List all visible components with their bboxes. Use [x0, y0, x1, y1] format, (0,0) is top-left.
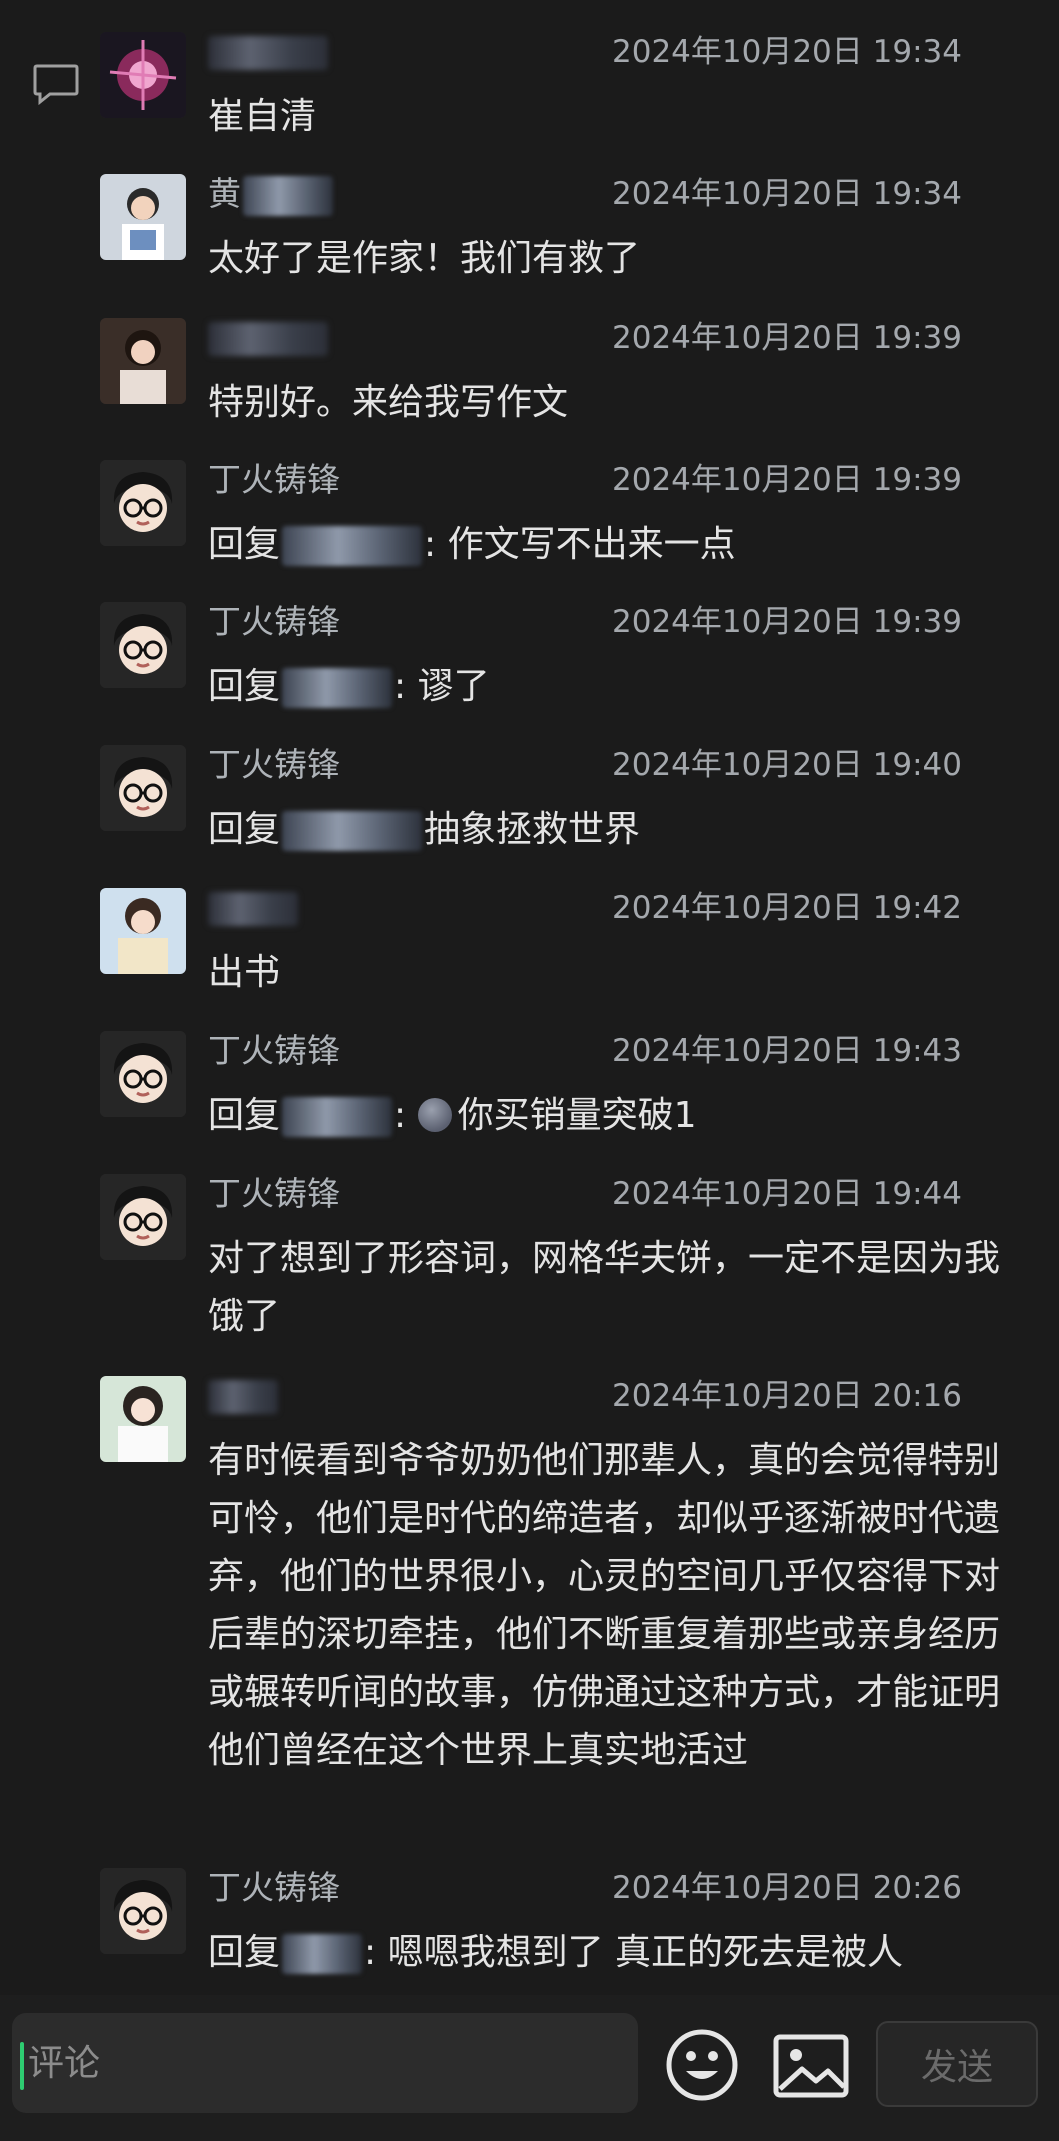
avatar[interactable]	[100, 318, 186, 404]
avatar[interactable]	[100, 1031, 186, 1117]
emoji-button[interactable]	[664, 2027, 740, 2103]
comment-input-bar: 发送	[0, 1995, 1059, 2141]
avatar[interactable]	[100, 1376, 186, 1462]
user-name[interactable]: 丁火铸锋	[208, 745, 340, 785]
comment-time: 2024年10月20日 19:42	[612, 890, 962, 926]
comment-text: 太好了是作家！我们有救了	[208, 238, 641, 279]
send-button[interactable]: 发送	[876, 2021, 1038, 2107]
comment-text: 对了想到了形容词，网格华夫饼，一定不是因为我饿了	[208, 1238, 1001, 1337]
user-name[interactable]: 丁火铸锋	[208, 602, 340, 642]
redacted-username	[282, 1097, 393, 1137]
comment-item: 黄 2024年10月20日 19:34 太好了是作家！我们有救了	[0, 174, 1059, 284]
redacted-username	[282, 526, 423, 566]
user-name[interactable]: 丁火铸锋	[208, 1031, 340, 1071]
comment-time: 2024年10月20日 20:26	[612, 1870, 962, 1906]
user-name[interactable]: 丁火铸锋	[208, 1174, 340, 1214]
emoji-icon	[417, 1098, 452, 1132]
comment-text: 回复 抽象拯救世界	[208, 809, 641, 851]
text-caret	[20, 2042, 24, 2090]
smiley-icon	[666, 2029, 738, 2101]
comment-time: 2024年10月20日 19:43	[612, 1033, 962, 1069]
comment-item: 2024年10月20日 19:39 特别好。来给我写作文	[0, 318, 1059, 428]
comment-item: 丁火铸锋 2024年10月20日 19:39 回复: 作文写不出来一点	[0, 460, 1059, 570]
comment-screen: 2024年10月20日 19:34 崔自清 黄 2024年10月20日 19:3…	[0, 0, 1059, 2141]
comment-text: 出书	[208, 952, 281, 993]
comment-time: 2024年10月20日 19:39	[612, 604, 962, 640]
avatar[interactable]	[100, 174, 186, 260]
redacted-username	[282, 811, 423, 851]
user-name[interactable]	[208, 36, 328, 70]
avatar[interactable]	[100, 602, 186, 688]
comment-item: 丁火铸锋 2024年10月20日 19:43 回复: 你买销量突破1	[0, 1031, 1059, 1141]
comment-item: 丁火铸锋 2024年10月20日 19:44 对了想到了形容词，网格华夫饼，一定…	[0, 1174, 1059, 1344]
avatar[interactable]	[100, 1174, 186, 1260]
avatar[interactable]	[100, 1868, 186, 1954]
comment-time: 2024年10月20日 19:39	[612, 462, 962, 498]
avatar[interactable]	[100, 888, 186, 974]
comment-item: 丁火铸锋 2024年10月20日 19:40 回复 抽象拯救世界	[0, 745, 1059, 855]
user-name[interactable]	[208, 322, 328, 356]
user-name[interactable]	[208, 1380, 278, 1414]
comment-feed[interactable]: 2024年10月20日 19:34 崔自清 黄 2024年10月20日 19:3…	[0, 0, 1059, 1995]
user-name[interactable]	[208, 892, 298, 926]
comment-time: 2024年10月20日 20:16	[612, 1378, 962, 1414]
comment-item: 丁火铸锋 2024年10月20日 19:39 回复: 谬了	[0, 602, 1059, 712]
comment-item: 2024年10月20日 19:42 出书	[0, 888, 1059, 998]
avatar[interactable]	[100, 460, 186, 546]
comment-item: 2024年10月20日 19:34 崔自清	[0, 32, 1059, 142]
comment-time: 2024年10月20日 19:34	[612, 34, 962, 70]
comment-time: 2024年10月20日 19:40	[612, 747, 962, 783]
comment-time: 2024年10月20日 19:34	[612, 176, 962, 212]
comment-text: 回复: 谬了	[208, 666, 490, 708]
comment-text: 回复: 你买销量突破1	[208, 1095, 697, 1137]
comment-text: 有时候看到爷爷奶奶他们那辈人，真的会觉得特别可怜，他们是时代的缔造者，却似乎逐渐…	[208, 1440, 1001, 1771]
image-icon	[773, 2034, 849, 2098]
comment-input[interactable]	[12, 2013, 638, 2113]
redacted-username	[282, 668, 393, 708]
comment-time: 2024年10月20日 19:44	[612, 1176, 962, 1212]
comment-text: 崔自清	[208, 96, 317, 137]
user-name[interactable]: 黄	[208, 174, 335, 216]
user-name[interactable]: 丁火铸锋	[208, 1868, 340, 1908]
cut-off-text	[208, 1955, 1008, 1995]
avatar[interactable]	[100, 32, 186, 118]
image-button[interactable]	[772, 2031, 850, 2101]
comment-time: 2024年10月20日 19:39	[612, 320, 962, 356]
avatar[interactable]	[100, 745, 186, 831]
comment-item: 2024年10月20日 20:16 有时候看到爷爷奶奶他们那辈人，真的会觉得特别…	[0, 1376, 1059, 1836]
comment-text: 特别好。来给我写作文	[208, 382, 569, 423]
comment-text: 回复: 作文写不出来一点	[208, 524, 736, 566]
user-name[interactable]: 丁火铸锋	[208, 460, 340, 500]
